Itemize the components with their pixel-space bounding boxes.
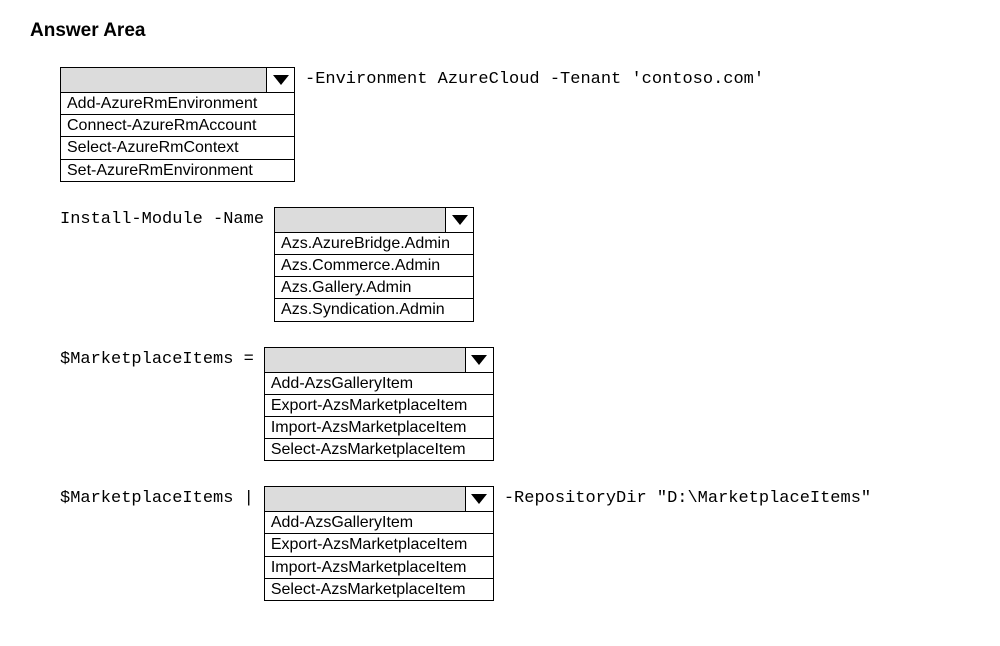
dropdown-1-option[interactable]: Connect-AzureRmAccount xyxy=(61,114,294,136)
dropdown-1-option[interactable]: Add-AzureRmEnvironment xyxy=(61,93,294,114)
chevron-down-icon xyxy=(273,75,289,85)
dropdown-4[interactable]: Add-AzsGalleryItem Export-AzsMarketplace… xyxy=(264,486,494,601)
dropdown-1-head[interactable] xyxy=(61,68,294,93)
dropdown-4-option[interactable]: Export-AzsMarketplaceItem xyxy=(265,533,493,555)
row-2: Install-Module -Name Azs.AzureBridge.Adm… xyxy=(60,207,970,322)
dropdown-1-selected xyxy=(61,68,266,92)
dropdown-1-option[interactable]: Select-AzureRmContext xyxy=(61,136,294,158)
dropdown-4-option[interactable]: Select-AzsMarketplaceItem xyxy=(265,578,493,600)
dropdown-2-option[interactable]: Azs.Syndication.Admin xyxy=(275,298,473,320)
dropdown-3-option[interactable]: Select-AzsMarketplaceItem xyxy=(265,438,493,460)
dropdown-3-option[interactable]: Export-AzsMarketplaceItem xyxy=(265,394,493,416)
row-2-prefix: Install-Module -Name xyxy=(60,207,264,229)
dropdown-4-option[interactable]: Import-AzsMarketplaceItem xyxy=(265,556,493,578)
dropdown-4-selected xyxy=(265,487,465,511)
dropdown-2-option[interactable]: Azs.AzureBridge.Admin xyxy=(275,233,473,254)
dropdown-4-head[interactable] xyxy=(265,487,493,512)
dropdown-4-options: Add-AzsGalleryItem Export-AzsMarketplace… xyxy=(265,512,493,600)
dropdown-2-option[interactable]: Azs.Commerce.Admin xyxy=(275,254,473,276)
dropdown-2-option[interactable]: Azs.Gallery.Admin xyxy=(275,276,473,298)
row-4-prefix: $MarketplaceItems | xyxy=(60,486,254,508)
dropdown-1-arrow[interactable] xyxy=(266,68,294,92)
row-3-prefix: $MarketplaceItems = xyxy=(60,347,254,369)
chevron-down-icon xyxy=(452,215,468,225)
dropdown-1-options: Add-AzureRmEnvironment Connect-AzureRmAc… xyxy=(61,93,294,181)
dropdown-3-option[interactable]: Add-AzsGalleryItem xyxy=(265,373,493,394)
dropdown-2[interactable]: Azs.AzureBridge.Admin Azs.Commerce.Admin… xyxy=(274,207,474,322)
dropdown-2-selected xyxy=(275,208,445,232)
chevron-down-icon xyxy=(471,355,487,365)
chevron-down-icon xyxy=(471,494,487,504)
row-1-suffix: -Environment AzureCloud -Tenant 'contoso… xyxy=(305,67,764,89)
dropdown-2-arrow[interactable] xyxy=(445,208,473,232)
dropdown-3-option[interactable]: Import-AzsMarketplaceItem xyxy=(265,416,493,438)
dropdown-3-selected xyxy=(265,348,465,372)
dropdown-1-option[interactable]: Set-AzureRmEnvironment xyxy=(61,159,294,181)
dropdown-3-arrow[interactable] xyxy=(465,348,493,372)
dropdown-3-options: Add-AzsGalleryItem Export-AzsMarketplace… xyxy=(265,373,493,461)
dropdown-4-arrow[interactable] xyxy=(465,487,493,511)
page-title: Answer Area xyxy=(30,20,970,42)
dropdown-3-head[interactable] xyxy=(265,348,493,373)
row-1: Add-AzureRmEnvironment Connect-AzureRmAc… xyxy=(60,67,970,182)
dropdown-3[interactable]: Add-AzsGalleryItem Export-AzsMarketplace… xyxy=(264,347,494,462)
row-4-suffix: -RepositoryDir "D:\MarketplaceItems" xyxy=(504,486,871,508)
dropdown-2-options: Azs.AzureBridge.Admin Azs.Commerce.Admin… xyxy=(275,233,473,321)
dropdown-4-option[interactable]: Add-AzsGalleryItem xyxy=(265,512,493,533)
dropdown-1[interactable]: Add-AzureRmEnvironment Connect-AzureRmAc… xyxy=(60,67,295,182)
dropdown-2-head[interactable] xyxy=(275,208,473,233)
row-4: $MarketplaceItems | Add-AzsGalleryItem E… xyxy=(60,486,970,601)
row-3: $MarketplaceItems = Add-AzsGalleryItem E… xyxy=(60,347,970,462)
